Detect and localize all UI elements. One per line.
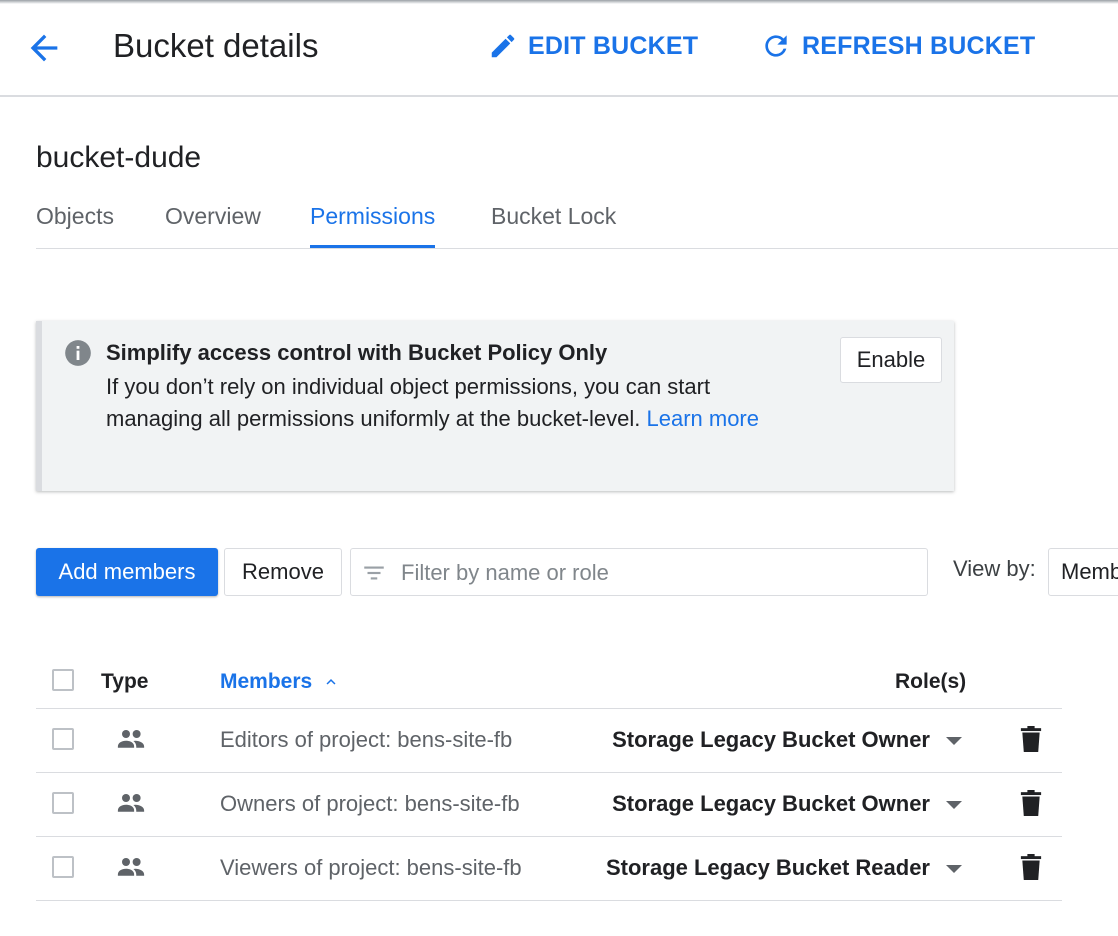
table-row: Owners of project: bens-site-fb Storage …	[36, 773, 1062, 837]
trash-icon[interactable]	[1020, 854, 1042, 880]
banner-title: Simplify access control with Bucket Poli…	[106, 340, 608, 365]
enable-button[interactable]: Enable	[840, 337, 942, 383]
table-header: Type Members Role(s)	[36, 650, 1062, 709]
edit-bucket-label: EDIT BUCKET	[528, 31, 699, 60]
trash-icon[interactable]	[1020, 790, 1042, 816]
group-icon	[117, 730, 145, 748]
trash-icon[interactable]	[1020, 726, 1042, 752]
back-button[interactable]	[24, 28, 64, 68]
add-members-button[interactable]: Add members	[36, 548, 218, 596]
table-row: Viewers of project: bens-site-fb Storage…	[36, 837, 1062, 901]
page-title: Bucket details	[113, 27, 319, 64]
tab-objects[interactable]: Objects	[36, 196, 114, 246]
role-select[interactable]: Storage Legacy Bucket Reader	[606, 853, 930, 883]
role-select[interactable]: Storage Legacy Bucket Owner	[612, 725, 930, 755]
info-icon	[65, 340, 91, 366]
row-checkbox[interactable]	[52, 792, 74, 814]
refresh-bucket-label: REFRESH BUCKET	[802, 31, 1036, 60]
bucket-policy-banner: Simplify access control with Bucket Poli…	[36, 321, 954, 491]
type-header: Type	[101, 670, 149, 693]
row-checkbox[interactable]	[52, 728, 74, 750]
remove-button[interactable]: Remove	[224, 548, 342, 596]
select-all-checkbox[interactable]	[52, 669, 74, 691]
dropdown-caret-icon[interactable]	[946, 737, 962, 745]
group-icon	[117, 858, 145, 876]
banner-text: If you don’t rely on individual object p…	[106, 374, 711, 431]
pencil-icon	[491, 34, 515, 58]
learn-more-link[interactable]: Learn more	[646, 406, 759, 431]
member-name: Viewers of project: bens-site-fb	[220, 855, 522, 880]
edit-bucket-button[interactable]: EDIT BUCKET	[488, 26, 698, 66]
page-header: Bucket details EDIT BUCKET REFRESH BUCKE…	[0, 0, 1118, 97]
tab-bucket-lock[interactable]: Bucket Lock	[491, 196, 616, 246]
member-name: Owners of project: bens-site-fb	[220, 791, 520, 816]
dropdown-caret-icon[interactable]	[946, 801, 962, 809]
filter-icon	[364, 566, 384, 580]
dropdown-caret-icon[interactable]	[946, 865, 962, 873]
members-header[interactable]: Members	[220, 668, 340, 696]
banner-body: If you don’t rely on individual object p…	[106, 371, 796, 435]
bucket-name: bucket-dude	[36, 141, 202, 174]
members-header-label: Members	[220, 670, 313, 693]
arrow-back-icon	[30, 34, 58, 62]
view-by-label: View by:	[953, 556, 1036, 581]
tab-permissions[interactable]: Permissions	[310, 196, 436, 248]
group-icon	[117, 794, 145, 812]
roles-header: Role(s)	[895, 670, 967, 693]
table-row: Editors of project: bens-site-fb Storage…	[36, 709, 1062, 773]
member-name: Editors of project: bens-site-fb	[220, 727, 513, 752]
tab-overview[interactable]: Overview	[165, 196, 261, 246]
sort-ascending-icon	[326, 679, 336, 685]
refresh-bucket-button[interactable]: REFRESH BUCKET	[760, 26, 1035, 66]
filter-box	[350, 548, 928, 596]
view-by-select[interactable]: Members	[1048, 548, 1118, 596]
tab-bar: Objects Overview Permissions Bucket Lock	[36, 196, 1118, 249]
row-checkbox[interactable]	[52, 856, 74, 878]
members-table: Type Members Role(s) Editors of project:…	[36, 650, 1062, 901]
role-select[interactable]: Storage Legacy Bucket Owner	[612, 789, 930, 819]
refresh-icon	[765, 35, 787, 57]
filter-input[interactable]	[399, 553, 913, 593]
